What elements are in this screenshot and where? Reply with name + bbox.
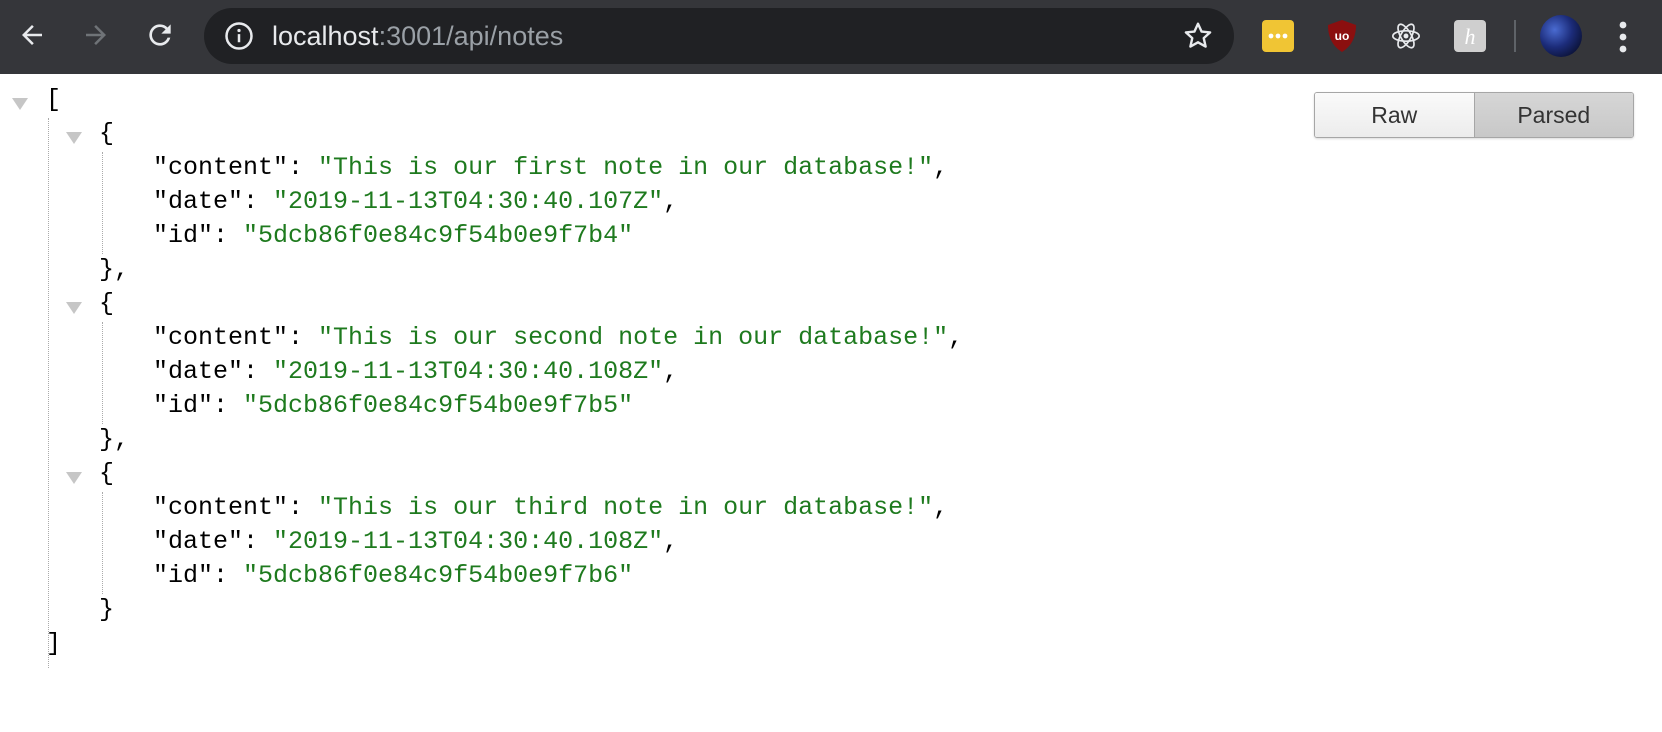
- note-content-row: "content": "This is our third note in ou…: [153, 493, 949, 522]
- note-open-brace: {: [99, 119, 115, 148]
- back-arrow-icon: [22, 25, 42, 45]
- note-id-value: "5dcb86f0e84c9f54b0e9f7b5": [243, 391, 634, 420]
- profile-avatar[interactable]: [1540, 15, 1582, 57]
- note-id-value: "5dcb86f0e84c9f54b0e9f7b4": [243, 221, 634, 250]
- honey-extension-icon[interactable]: h: [1454, 20, 1486, 52]
- note-content-value: "This is our third note in our database!…: [318, 493, 934, 522]
- note-indent-guide: [102, 152, 103, 254]
- raw-button[interactable]: Raw: [1315, 93, 1475, 137]
- note-date-row: "date": "2019-11-13T04:30:40.108Z",: [153, 527, 679, 556]
- note-close-brace: }: [99, 595, 115, 624]
- info-icon[interactable]: [224, 21, 254, 51]
- back-button[interactable]: [12, 12, 52, 58]
- url-host: localhost: [272, 21, 379, 51]
- root-indent-guide: [48, 118, 49, 668]
- note-id-row: "id": "5dcb86f0e84c9f54b0e9f7b6": [153, 561, 634, 590]
- url-path: :3001/api/notes: [378, 21, 564, 51]
- address-bar[interactable]: localhost:3001/api/notes: [204, 8, 1234, 64]
- collapse-root-toggle[interactable]: [12, 98, 28, 110]
- collapse-note-3-toggle[interactable]: [66, 472, 82, 484]
- browser-toolbar: localhost:3001/api/notes uo h: [0, 0, 1662, 74]
- note-id-row: "id": "5dcb86f0e84c9f54b0e9f7b4": [153, 221, 634, 250]
- note-date-value: "2019-11-13T04:30:40.108Z": [273, 527, 664, 556]
- note-id-row: "id": "5dcb86f0e84c9f54b0e9f7b5": [153, 391, 634, 420]
- note-date-row: "date": "2019-11-13T04:30:40.108Z",: [153, 357, 679, 386]
- ublock-origin-extension-icon[interactable]: uo: [1326, 20, 1358, 52]
- menu-dots-icon[interactable]: [1608, 17, 1638, 57]
- note-date-value: "2019-11-13T04:30:40.107Z": [273, 187, 664, 216]
- url-text[interactable]: localhost:3001/api/notes: [272, 8, 563, 64]
- parsed-button[interactable]: Parsed: [1474, 93, 1633, 137]
- note-date-value: "2019-11-13T04:30:40.108Z": [273, 357, 664, 386]
- note-close-brace: },: [99, 255, 130, 284]
- note-content-value: "This is our first note in our database!…: [318, 153, 934, 182]
- note-indent-guide: [102, 492, 103, 594]
- react-devtools-extension-icon[interactable]: [1390, 20, 1422, 52]
- forward-arrow-icon: [86, 25, 106, 45]
- note-open-brace: {: [99, 459, 115, 488]
- note-content-value: "This is our second note in our database…: [318, 323, 949, 352]
- reload-button[interactable]: [140, 12, 180, 58]
- note-content-row: "content": "This is our second note in o…: [153, 323, 964, 352]
- lastpass-extension-icon[interactable]: [1262, 20, 1294, 52]
- view-mode-toggle: Raw Parsed: [1314, 92, 1634, 138]
- collapse-note-2-toggle[interactable]: [66, 302, 82, 314]
- note-indent-guide: [102, 322, 103, 424]
- note-date-row: "date": "2019-11-13T04:30:40.107Z",: [153, 187, 679, 216]
- json-viewer: Raw Parsed [ { "content": "This is our f…: [0, 74, 1662, 732]
- note-id-value: "5dcb86f0e84c9f54b0e9f7b6": [243, 561, 634, 590]
- root-close-bracket: ]: [46, 629, 62, 658]
- note-content-row: "content": "This is our first note in ou…: [153, 153, 949, 182]
- svg-text:uo: uo: [1335, 29, 1350, 43]
- collapse-note-1-toggle[interactable]: [66, 132, 82, 144]
- root-open-bracket: [: [46, 85, 62, 114]
- reload-icon: [149, 24, 171, 46]
- note-open-brace: {: [99, 289, 115, 318]
- toolbar-divider: [1514, 20, 1516, 52]
- note-close-brace: },: [99, 425, 130, 454]
- star-icon[interactable]: [1182, 20, 1214, 52]
- forward-button[interactable]: [76, 12, 116, 58]
- svg-text:h: h: [1465, 24, 1476, 49]
